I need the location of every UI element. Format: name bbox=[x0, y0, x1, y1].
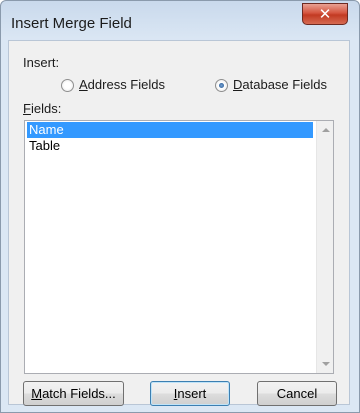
close-icon: ✕ bbox=[318, 5, 332, 23]
chevron-up-icon[interactable] bbox=[322, 128, 330, 132]
database-fields-radio[interactable] bbox=[215, 79, 228, 92]
cancel-button[interactable]: Cancel bbox=[257, 381, 337, 406]
list-item[interactable]: Name bbox=[27, 122, 313, 138]
match-fields-button[interactable]: Match Fields... bbox=[23, 381, 124, 406]
insert-label: Insert: bbox=[23, 55, 60, 70]
address-fields-radio[interactable] bbox=[61, 79, 74, 92]
chevron-down-icon[interactable] bbox=[322, 362, 330, 366]
dialog-title: Insert Merge Field bbox=[11, 15, 132, 32]
list-item[interactable]: Table bbox=[27, 138, 313, 154]
address-fields-label[interactable]: Address Fields bbox=[79, 77, 165, 92]
database-fields-label[interactable]: Database Fields bbox=[233, 77, 327, 92]
close-button[interactable]: ✕ bbox=[302, 3, 348, 25]
insert-button[interactable]: Insert bbox=[150, 381, 230, 406]
title-bar[interactable]: Insert Merge Field ✕ bbox=[1, 1, 359, 41]
fields-listbox[interactable]: Name Table bbox=[24, 120, 334, 374]
fields-label: Fields: bbox=[23, 101, 62, 116]
vertical-scrollbar[interactable] bbox=[316, 121, 333, 373]
